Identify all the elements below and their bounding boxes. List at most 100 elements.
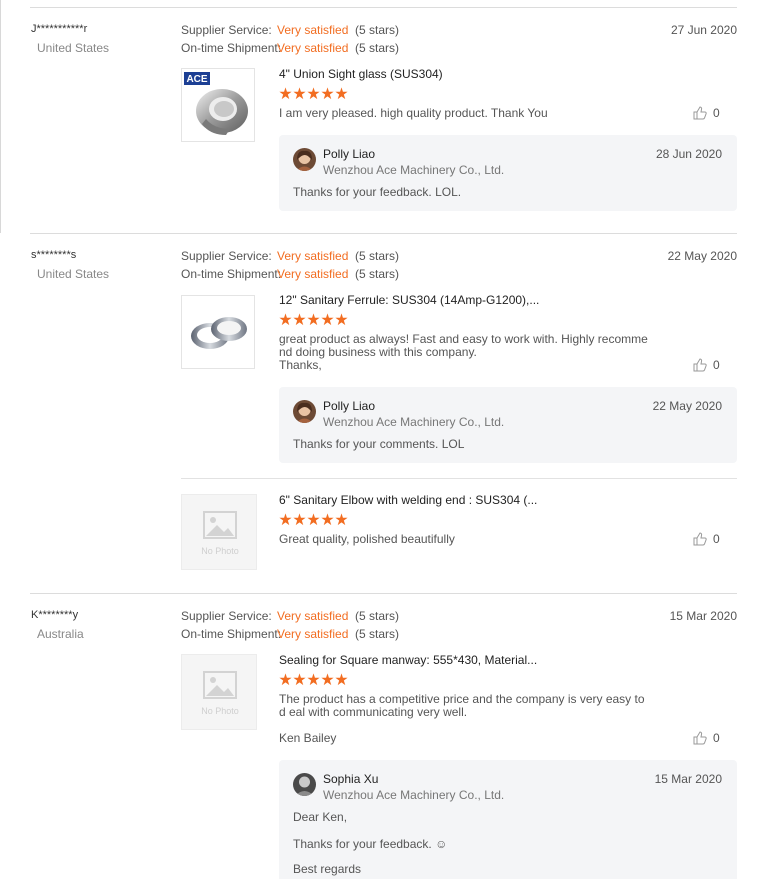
reply-author: Polly Liao — [323, 399, 376, 413]
buyer-name: K********y — [31, 609, 79, 621]
avatar — [293, 400, 316, 423]
rating-stars — [279, 313, 348, 326]
like-button[interactable]: 0 — [693, 358, 720, 372]
like-count: 0 — [713, 532, 720, 546]
star-icon — [279, 513, 292, 526]
thumbs-up-icon — [693, 106, 707, 120]
star-icon — [293, 87, 306, 100]
no-photo-icon — [203, 671, 237, 699]
no-photo-icon — [203, 511, 237, 539]
product-thumbnail[interactable]: ACE — [181, 68, 255, 142]
supplier-service-label: Supplier Service: — [181, 609, 272, 623]
review-date: 15 Mar 2020 — [669, 609, 737, 623]
product-title[interactable]: 12" Sanitary Ferrule: SUS304 (14Amp-G120… — [279, 293, 539, 307]
thumbs-up-icon — [693, 532, 707, 546]
reply-text: Thanks for your feedback. LOL. — [293, 185, 462, 199]
reply-text: Thanks for your comments. LOL — [293, 437, 465, 451]
like-button[interactable]: 0 — [693, 532, 720, 546]
ontime-shipment-stars: (5 stars) — [355, 627, 400, 641]
star-icon — [335, 673, 348, 686]
no-photo-label: No Photo — [201, 706, 239, 716]
star-icon — [321, 673, 334, 686]
supplier-service-value: Very satisfied — [277, 23, 349, 37]
like-button[interactable]: 0 — [693, 106, 720, 120]
product-thumbnail[interactable]: No Photo — [181, 654, 257, 730]
star-icon — [335, 87, 348, 100]
review-text: I am very pleased. high quality product.… — [279, 106, 548, 120]
review-text: The product has a competitive price and … — [279, 692, 645, 719]
like-button[interactable]: 0 — [693, 731, 720, 745]
star-icon — [279, 673, 292, 686]
reply-company[interactable]: Wenzhou Ace Machinery Co., Ltd. — [323, 788, 504, 802]
star-icon — [293, 513, 306, 526]
supplier-reply: Polly Liao Wenzhou Ace Machinery Co., Lt… — [279, 135, 737, 211]
ontime-shipment-stars: (5 stars) — [355, 267, 400, 281]
supplier-reply: Sophia Xu Wenzhou Ace Machinery Co., Ltd… — [279, 760, 737, 879]
star-icon — [321, 313, 334, 326]
star-icon — [307, 673, 320, 686]
ontime-shipment-label: On-time Shipment: — [181, 627, 282, 641]
star-icon — [307, 513, 320, 526]
product-title[interactable]: Sealing for Square manway: 555*430, Mate… — [279, 653, 537, 667]
reply-date: 15 Mar 2020 — [654, 772, 722, 786]
buyer-country: United States — [37, 41, 110, 55]
star-icon — [335, 313, 348, 326]
supplier-service-value: Very satisfied — [277, 609, 349, 623]
supplier-service-label: Supplier Service: — [181, 249, 272, 263]
product-title[interactable]: 6" Sanitary Elbow with welding end : SUS… — [279, 493, 537, 507]
star-icon — [321, 513, 334, 526]
star-icon — [321, 87, 334, 100]
ontime-shipment-label: On-time Shipment: — [181, 267, 282, 281]
reply-date: 22 May 2020 — [652, 399, 722, 413]
star-icon — [307, 87, 320, 100]
reply-date: 28 Jun 2020 — [655, 147, 722, 161]
thumbs-up-icon — [693, 358, 707, 372]
buyer-name: s********s — [31, 249, 77, 261]
ontime-shipment-value: Very satisfied — [277, 267, 349, 281]
reply-company[interactable]: Wenzhou Ace Machinery Co., Ltd. — [323, 415, 504, 429]
star-icon — [307, 313, 320, 326]
no-photo-label: No Photo — [201, 546, 239, 556]
reply-company[interactable]: Wenzhou Ace Machinery Co., Ltd. — [323, 163, 504, 177]
thumbs-up-icon — [693, 731, 707, 745]
rating-stars — [279, 87, 348, 100]
supplier-service-stars: (5 stars) — [355, 249, 400, 263]
review-date: 27 Jun 2020 — [670, 23, 737, 37]
review-text: Great quality, polished beautifully — [279, 532, 455, 546]
supplier-service-stars: (5 stars) — [355, 609, 400, 623]
supplier-reply: Polly Liao Wenzhou Ace Machinery Co., Lt… — [279, 387, 737, 463]
star-icon — [335, 513, 348, 526]
supplier-service-value: Very satisfied — [277, 249, 349, 263]
reply-greeting: Dear Ken, — [293, 810, 348, 824]
ontime-shipment-label: On-time Shipment: — [181, 41, 282, 55]
left-rule — [0, 0, 1, 233]
supplier-service-stars: (5 stars) — [355, 23, 400, 37]
like-count: 0 — [713, 731, 720, 745]
avatar — [293, 773, 316, 796]
review-date: 22 May 2020 — [667, 249, 737, 263]
rating-stars — [279, 673, 348, 686]
star-icon — [293, 673, 306, 686]
ontime-shipment-stars: (5 stars) — [355, 41, 400, 55]
supplier-service-label: Supplier Service: — [181, 23, 272, 37]
review-text: great product as always! Fast and easy t… — [279, 332, 648, 359]
star-icon — [279, 87, 292, 100]
top-divider — [30, 7, 737, 8]
star-icon — [293, 313, 306, 326]
product-title[interactable]: 4" Union Sight glass (SUS304) — [279, 67, 443, 81]
like-count: 0 — [713, 358, 720, 372]
avatar — [293, 148, 316, 171]
reply-author: Polly Liao — [323, 147, 376, 161]
ontime-shipment-value: Very satisfied — [277, 627, 349, 641]
review-divider — [30, 233, 737, 234]
brand-logo: ACE — [186, 74, 207, 85]
product-thumbnail[interactable]: No Photo — [181, 494, 257, 570]
reply-text: Thanks for your feedback. ☺ — [293, 837, 448, 851]
buyer-name: J***********r — [31, 23, 88, 35]
product-divider — [181, 478, 737, 479]
product-thumbnail[interactable] — [181, 295, 255, 369]
review-text-line: Thanks, — [279, 358, 322, 372]
reply-author: Sophia Xu — [323, 772, 379, 786]
star-icon — [279, 313, 292, 326]
buyer-country: United States — [37, 267, 110, 281]
